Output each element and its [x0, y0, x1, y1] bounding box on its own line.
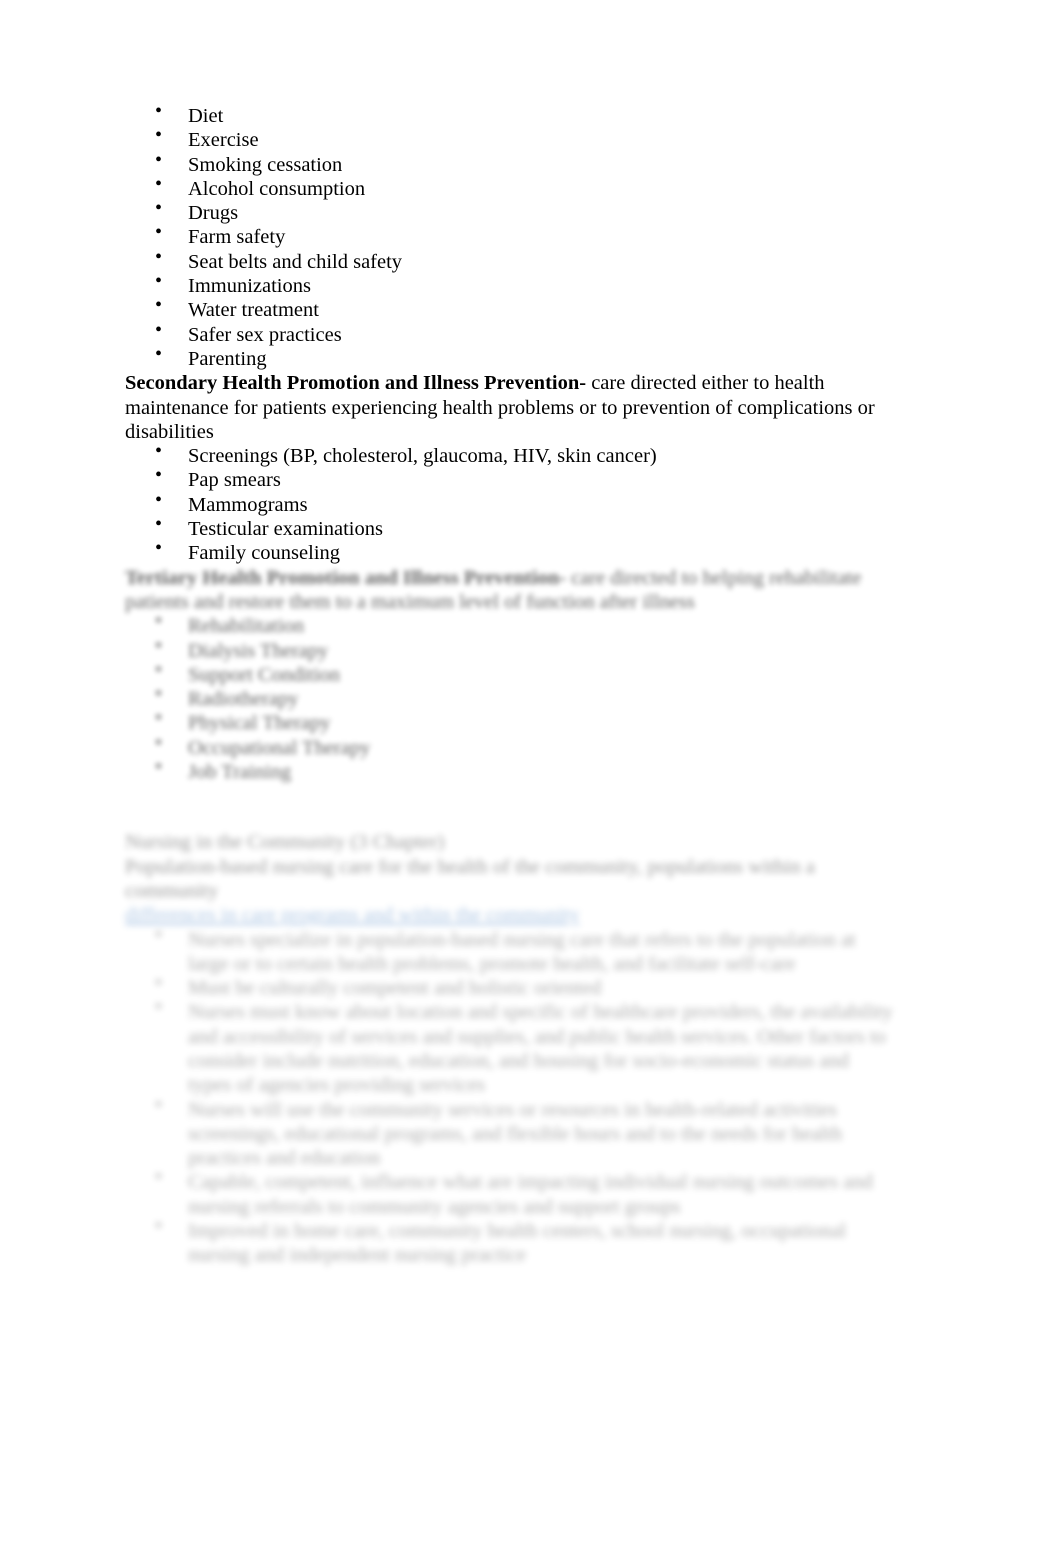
list-item: Smoking cessation: [125, 148, 895, 177]
list-item: Nurses specialize in population-based nu…: [125, 923, 895, 977]
secondary-prevention-paragraph: Secondary Health Promotion and Illness P…: [125, 371, 895, 444]
list-item: Water treatment: [125, 293, 895, 322]
list-item: Mammograms: [125, 488, 895, 517]
list-item: Exercise: [125, 123, 895, 152]
list-item: Testicular examinations: [125, 512, 895, 541]
list-item: Family counseling: [125, 536, 895, 565]
list-item: Job Training: [125, 755, 895, 784]
list-item: Drugs: [125, 196, 895, 225]
community-nursing-list: Nurses specialize in population-based nu…: [125, 923, 895, 1268]
secondary-prevention-lead: Secondary Health Promotion and Illness P…: [125, 372, 587, 395]
community-nursing-heading: Nursing in the Community (3 Chapter): [125, 831, 445, 854]
list-item: Immunizations: [125, 269, 895, 298]
tertiary-prevention-list: Rehabilitation Dialysis Therapy Support …: [125, 609, 895, 784]
list-item: Nurses will use the community services o…: [125, 1093, 895, 1171]
tertiary-prevention-lead: Tertiary Health Promotion and Illness Pr…: [125, 566, 566, 589]
list-item: Seat belts and child safety: [125, 245, 895, 274]
list-item: Parenting: [125, 342, 895, 371]
list-item: Screenings (BP, cholesterol, glaucoma, H…: [125, 439, 895, 468]
list-item: Must be culturally competent and holisti…: [125, 971, 895, 1000]
list-item: Alcohol consumption: [125, 172, 895, 201]
list-item: Support Condition: [125, 658, 895, 687]
list-item: Rehabilitation: [125, 609, 895, 638]
secondary-prevention-list: Screenings (BP, cholesterol, glaucoma, H…: [125, 439, 895, 565]
document-page: Diet Exercise Smoking cessation Alcohol …: [0, 0, 1062, 1556]
tertiary-prevention-block: Tertiary Health Promotion and Illness Pr…: [125, 566, 895, 785]
list-item: Dialysis Therapy: [125, 633, 895, 663]
list-item: Capable, competent, influence what are i…: [125, 1166, 895, 1219]
community-nursing-intro: Population-based nursing care for the he…: [125, 855, 815, 902]
list-item: Safer sex practices: [125, 318, 895, 347]
tertiary-prevention-paragraph: Tertiary Health Promotion and Illness Pr…: [125, 566, 895, 615]
list-item: Improved in home care, community health …: [125, 1214, 895, 1268]
list-item: Diet: [125, 99, 895, 128]
list-item: Radiotherapy: [125, 682, 895, 711]
community-nursing-link[interactable]: differences in care programs and within …: [125, 903, 895, 927]
list-item: Physical Therapy: [125, 706, 895, 735]
list-item: Pap smears: [125, 463, 895, 492]
list-item: Occupational Therapy: [125, 731, 895, 760]
community-nursing-block: Nursing in the Community (3 Chapter) Pop…: [125, 830, 895, 927]
document-body: Diet Exercise Smoking cessation Alcohol …: [125, 99, 895, 1268]
primary-health-promotion-list: Diet Exercise Smoking cessation Alcohol …: [125, 99, 895, 371]
community-nursing-list-block: Nurses specialize in population-based nu…: [125, 923, 895, 1268]
list-item: Farm safety: [125, 220, 895, 249]
community-nursing-link-text[interactable]: differences in care programs and within …: [125, 904, 579, 926]
list-item: Nurses must know about location and spec…: [125, 995, 895, 1097]
